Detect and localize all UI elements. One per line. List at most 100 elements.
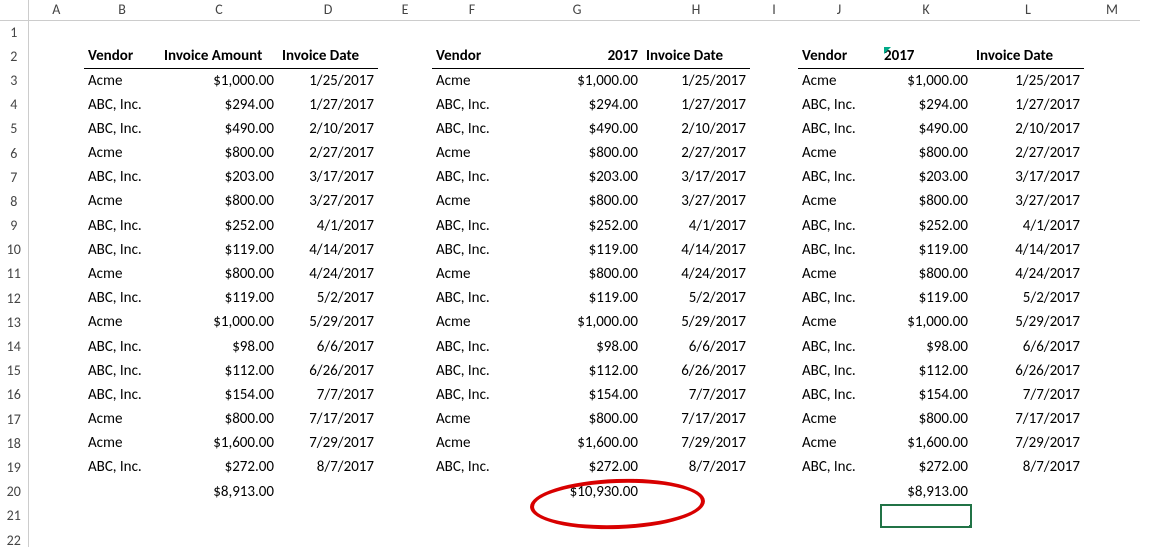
cell[interactable] — [750, 238, 798, 262]
cell[interactable] — [750, 20, 798, 44]
amount-cell[interactable]: $1,600.00 — [512, 431, 642, 455]
row-1[interactable]: 1 — [0, 20, 28, 44]
cell[interactable] — [160, 504, 278, 528]
cell[interactable] — [750, 431, 798, 455]
cell[interactable] — [28, 286, 84, 310]
table-row[interactable]: 11Acme$800.004/24/2017Acme$800.004/24/20… — [0, 262, 1140, 286]
date-cell[interactable]: 6/6/2017 — [972, 334, 1084, 358]
vendor-cell[interactable]: Acme — [432, 310, 512, 334]
vendor-cell[interactable]: ABC, Inc. — [84, 286, 160, 310]
table-row[interactable]: 7ABC, Inc.$203.003/17/2017ABC, Inc.$203.… — [0, 165, 1140, 189]
cell[interactable] — [84, 480, 160, 504]
cell[interactable] — [972, 20, 1084, 44]
cell[interactable] — [84, 528, 160, 547]
table-row[interactable]: 12ABC, Inc.$119.005/2/2017ABC, Inc.$119.… — [0, 286, 1140, 310]
vendor-cell[interactable]: Acme — [798, 189, 880, 213]
cell[interactable] — [378, 238, 432, 262]
cell[interactable] — [28, 407, 84, 431]
col-L[interactable]: L — [972, 0, 1084, 20]
row-14[interactable]: 14 — [0, 334, 28, 358]
amount-cell[interactable]: $800.00 — [880, 189, 972, 213]
amount-cell[interactable]: $272.00 — [512, 455, 642, 479]
cell[interactable] — [1084, 431, 1140, 455]
cell[interactable] — [750, 44, 798, 68]
cell[interactable] — [1084, 262, 1140, 286]
cell[interactable] — [378, 480, 432, 504]
date-cell[interactable]: 6/26/2017 — [278, 359, 378, 383]
vendor-cell[interactable]: ABC, Inc. — [84, 359, 160, 383]
amount-cell[interactable]: $490.00 — [880, 117, 972, 141]
cell[interactable] — [750, 117, 798, 141]
date-cell[interactable]: 6/26/2017 — [642, 359, 750, 383]
amount-cell[interactable]: $1,000.00 — [880, 68, 972, 92]
vendor-cell[interactable]: Acme — [84, 141, 160, 165]
cell[interactable] — [642, 20, 750, 44]
cell[interactable] — [750, 407, 798, 431]
cell[interactable] — [378, 68, 432, 92]
amount-cell[interactable]: $800.00 — [880, 407, 972, 431]
vendor-cell[interactable]: ABC, Inc. — [798, 165, 880, 189]
vendor-cell[interactable]: Acme — [432, 68, 512, 92]
cell[interactable] — [160, 20, 278, 44]
cell[interactable] — [1084, 68, 1140, 92]
vendor-cell[interactable]: ABC, Inc. — [432, 359, 512, 383]
cell[interactable] — [642, 504, 750, 528]
cell[interactable] — [1084, 214, 1140, 238]
date-cell[interactable]: 3/17/2017 — [972, 165, 1084, 189]
vendor-cell[interactable]: ABC, Inc. — [84, 383, 160, 407]
date-cell[interactable]: 5/2/2017 — [278, 286, 378, 310]
row-10[interactable]: 10 — [0, 238, 28, 262]
spreadsheet-grid[interactable]: A B C D E F G H I J K L M 12VendorInvoic… — [0, 0, 1140, 547]
header-vendor-2[interactable]: Vendor — [432, 44, 512, 68]
cell[interactable] — [1084, 480, 1140, 504]
vendor-cell[interactable]: ABC, Inc. — [432, 238, 512, 262]
amount-cell[interactable]: $294.00 — [512, 93, 642, 117]
table-row[interactable]: 4ABC, Inc.$294.001/27/2017ABC, Inc.$294.… — [0, 93, 1140, 117]
amount-cell[interactable]: $1,000.00 — [512, 68, 642, 92]
cell[interactable] — [750, 262, 798, 286]
date-cell[interactable]: 3/27/2017 — [642, 189, 750, 213]
row-12[interactable]: 12 — [0, 286, 28, 310]
row-17[interactable]: 17 — [0, 407, 28, 431]
row-20[interactable]: 20 — [0, 480, 28, 504]
date-cell[interactable]: 5/2/2017 — [642, 286, 750, 310]
date-cell[interactable]: 7/29/2017 — [278, 431, 378, 455]
amount-cell[interactable]: $800.00 — [160, 189, 278, 213]
vendor-cell[interactable]: ABC, Inc. — [432, 165, 512, 189]
cell[interactable] — [1084, 359, 1140, 383]
cell[interactable] — [378, 407, 432, 431]
row-15[interactable]: 15 — [0, 359, 28, 383]
cell[interactable] — [750, 141, 798, 165]
amount-cell[interactable]: $203.00 — [512, 165, 642, 189]
cell[interactable] — [28, 334, 84, 358]
vendor-cell[interactable]: Acme — [798, 407, 880, 431]
cell[interactable] — [28, 310, 84, 334]
cell[interactable] — [750, 383, 798, 407]
cell[interactable] — [378, 334, 432, 358]
date-cell[interactable]: 2/10/2017 — [972, 117, 1084, 141]
amount-cell[interactable]: $800.00 — [160, 407, 278, 431]
vendor-cell[interactable]: ABC, Inc. — [84, 93, 160, 117]
table-row[interactable]: 3Acme$1,000.001/25/2017Acme$1,000.001/25… — [0, 68, 1140, 92]
cell[interactable] — [160, 528, 278, 547]
cell[interactable] — [798, 504, 880, 528]
date-cell[interactable]: 4/14/2017 — [642, 238, 750, 262]
date-cell[interactable]: 7/7/2017 — [278, 383, 378, 407]
amount-cell[interactable]: $1,000.00 — [880, 310, 972, 334]
row-11[interactable]: 11 — [0, 262, 28, 286]
header-vendor-1[interactable]: Vendor — [84, 44, 160, 68]
cell[interactable] — [278, 20, 378, 44]
cell[interactable] — [750, 334, 798, 358]
cell[interactable] — [642, 528, 750, 547]
cell[interactable] — [378, 286, 432, 310]
cell[interactable] — [798, 528, 880, 547]
cell[interactable] — [84, 504, 160, 528]
date-cell[interactable]: 5/29/2017 — [642, 310, 750, 334]
vendor-cell[interactable]: ABC, Inc. — [84, 165, 160, 189]
vendor-cell[interactable]: ABC, Inc. — [432, 286, 512, 310]
col-A[interactable]: A — [28, 0, 84, 20]
vendor-cell[interactable]: Acme — [432, 431, 512, 455]
amount-cell[interactable]: $800.00 — [880, 262, 972, 286]
vendor-cell[interactable]: Acme — [432, 407, 512, 431]
cell[interactable] — [750, 286, 798, 310]
